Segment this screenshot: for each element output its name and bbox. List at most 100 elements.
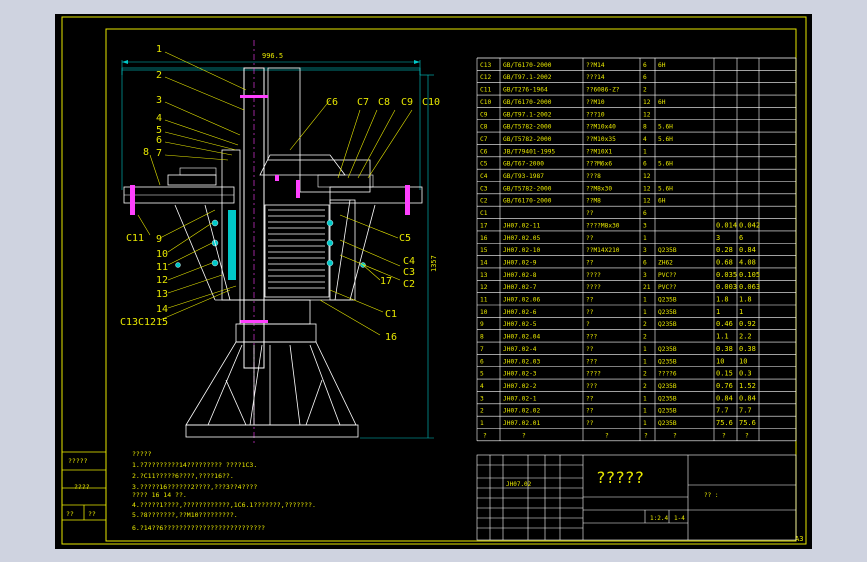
bom-cell-w2: 0.105 (739, 271, 760, 279)
bom-cell-material: Q235B (658, 395, 677, 402)
bom-header-material: ? (673, 432, 677, 439)
bom-cell-qty: 1 (643, 420, 647, 427)
bom-cell-w1: 0.46 (716, 320, 733, 328)
bom-cell-name: ???14 (586, 74, 605, 81)
bom-cell-material: 5.6H (658, 136, 673, 143)
bom-cell-code: JH07.02.06 (503, 297, 541, 304)
bom-header-no: ? (483, 432, 487, 439)
bom-cell-name: ?? (586, 346, 594, 353)
bom-cell-name: ??M8x30 (586, 185, 612, 192)
callout-c5: C5 (399, 233, 411, 244)
cad-drawing-canvas: A3 ????? ???? ?? ?? 996.5 1357 1 2 3 4 5… (55, 14, 812, 549)
bom-cell-w1: 0.38 (716, 345, 733, 353)
bom-cell-no: 16 (480, 235, 488, 242)
bom-cell-w2: 1.8 (739, 296, 752, 304)
bom-cell-w1: 0.003 (716, 283, 737, 291)
callout-10: 10 (156, 249, 168, 260)
bom-cell-no: 15 (480, 247, 488, 254)
bom-cell-qty: 2 (643, 321, 647, 328)
note-line-3: 3.?????16??????2????,???3??4???? (132, 483, 257, 491)
bom-cell-qty: 12 (643, 173, 651, 180)
bom-cell-code: JH07.02.05 (503, 235, 541, 242)
bom-cell-code: GB/T6170-2000 (503, 198, 552, 205)
bom-cell-qty: 1 (643, 346, 647, 353)
bom-cell-qty: 4 (643, 136, 647, 143)
bom-cell-w1: 7.7 (716, 407, 729, 415)
bom-cell-name: ?? (586, 210, 594, 217)
bom-cell-name: ??6086-Z? (586, 87, 620, 94)
bom-cell-code: JH07.02-11 (503, 222, 541, 229)
bom-cell-name: ???M6x6 (586, 161, 612, 168)
bom-cell-material: Q235B (658, 383, 677, 390)
callout-9: 9 (156, 234, 162, 245)
bom-cell-code: JH07.02-1 (503, 395, 537, 402)
bom-cell-name: ???? (586, 371, 601, 378)
bom-cell-no: C7 (480, 136, 488, 143)
bom-header-w1: ? (722, 432, 726, 439)
bom-cell-name: ?? (586, 408, 594, 415)
bom-cell-w2: 4.08 (739, 258, 756, 266)
bom-cell-w2: 10 (739, 357, 747, 365)
note-line-2: 2.?C11?????6????,????16??. (132, 472, 234, 480)
bom-cell-code: GB/T97.1-2002 (503, 111, 552, 118)
bom-cell-material: 6H (658, 99, 666, 106)
bom-cell-no: 9 (480, 321, 484, 328)
bom-cell-code: GB/T93-1987 (503, 173, 544, 180)
bom-cell-name: ??M14 (586, 62, 605, 69)
callout-3: 3 (156, 95, 162, 106)
bom-cell-no: C10 (480, 99, 491, 106)
bom-cell-code: GB/T5782-2000 (503, 185, 552, 192)
bom-cell-qty: 2 (643, 383, 647, 390)
bom-cell-code: JH07.02-9 (503, 259, 537, 266)
bom-cell-no: 17 (480, 222, 488, 229)
bom-cell-material: Q235B (658, 297, 677, 304)
left-box-label-4: ?? (88, 510, 96, 518)
bom-cell-code: JH07.02.03 (503, 358, 541, 365)
bom-cell-qty: 3 (643, 222, 647, 229)
bom-cell-name: ??M10 (586, 99, 605, 106)
bom-cell-material: Q235B (658, 321, 677, 328)
bom-cell-w2: 0.92 (739, 320, 756, 328)
bom-cell-material: PVC?? (658, 272, 677, 279)
bom-cell-w2: 7.7 (739, 407, 752, 415)
bom-cell-qty: 6 (643, 259, 647, 266)
bom-cell-no: C12 (480, 74, 491, 81)
bom-cell-code: GB/T6170-2000 (503, 62, 552, 69)
callout-c10: C10 (422, 97, 440, 108)
bom-cell-qty: 12 (643, 99, 651, 106)
callout-c1: C1 (385, 309, 397, 320)
bom-cell-w1: 0.15 (716, 370, 733, 378)
bom-cell-name: ?? (586, 259, 594, 266)
bom-cell-code: JH07.02-3 (503, 371, 537, 378)
bom-cell-w1: 0.68 (716, 258, 733, 266)
bom-cell-qty: 6 (643, 74, 647, 81)
bom-cell-w1: 0.28 (716, 246, 733, 254)
bom-cell-code: JH07.02-8 (503, 272, 537, 279)
callout-c9: C9 (401, 97, 413, 108)
bom-cell-qty: 12 (643, 185, 651, 192)
bom-cell-w2: 0.84 (739, 246, 756, 254)
left-box-label-2: ???? (74, 483, 90, 491)
bom-cell-no: C6 (480, 148, 488, 155)
callout-c4: C4 (403, 256, 415, 267)
note-line-6: 5.?8???????,??M10?????????. (132, 511, 238, 519)
bom-cell-no: C4 (480, 173, 488, 180)
sheet-label: 1-4 (674, 515, 685, 522)
callout-c12: C12 (138, 317, 156, 328)
callout-16: 16 (385, 332, 397, 343)
bom-cell-name: ???8 (586, 173, 601, 180)
bom-cell-name: ??M10x40 (586, 124, 616, 131)
bom-cell-w2: 1 (739, 308, 743, 316)
bom-cell-w2: 0.84 (739, 394, 756, 402)
bom-cell-name: ??M10x35 (586, 136, 616, 143)
bom-cell-w2: 0.063 (739, 283, 760, 291)
bom-cell-name: ?? (586, 395, 594, 402)
bom-cell-code: GB/T6170-2000 (503, 99, 552, 106)
callout-11: 11 (156, 262, 168, 273)
bom-cell-no: 1 (480, 420, 484, 427)
note-line-5: 4.?????1????,????????????,1C6.1???????,?… (132, 501, 316, 509)
bom-cell-name: ????M8x30 (586, 222, 620, 229)
bom-cell-qty: 12 (643, 111, 651, 118)
bom-cell-code: JH07.02.02 (503, 408, 541, 415)
bom-cell-code: GB/T276-1964 (503, 87, 548, 94)
